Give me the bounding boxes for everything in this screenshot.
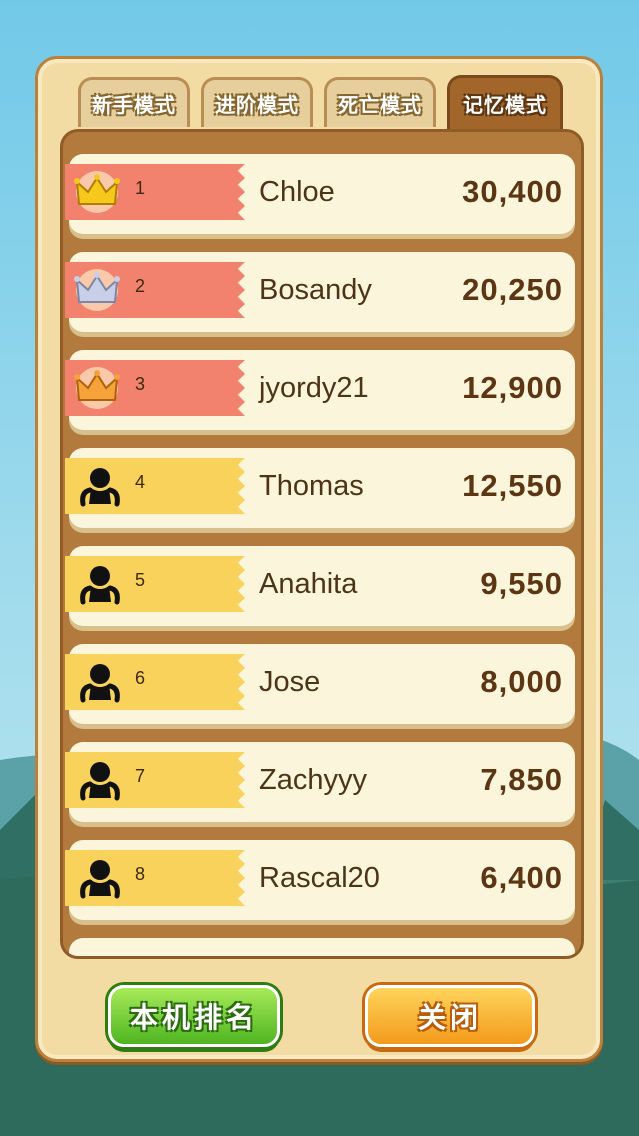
rank-number: 7 — [135, 766, 146, 786]
rank-ribbon: 5 — [65, 556, 245, 612]
leaderboard-row: 4 Thomas 12,550 — [65, 448, 575, 528]
silhouette-avatar-icon — [80, 566, 120, 605]
leaderboard-row: 6 Jose 8,000 — [65, 644, 575, 724]
player-name: Jose — [259, 666, 321, 698]
rank-ribbon: 4 — [65, 458, 245, 514]
rank-number: 5 — [135, 570, 146, 590]
tab-death-mode[interactable]: 死亡模式 — [324, 77, 436, 127]
leaderboard-row: 7 Zachyyy 7,850 — [65, 742, 575, 822]
rank-number: 3 — [135, 374, 146, 394]
leaderboard-panel: 新手模式 进阶模式 死亡模式 记忆模式 1 Chloe 30,400 2 Bos… — [35, 56, 603, 1062]
leaderboard-row: 5 Anahita 9,550 — [65, 546, 575, 626]
rank-number: 8 — [135, 864, 146, 884]
gold-crown-icon — [74, 171, 120, 213]
leaderboard-list[interactable]: 1 Chloe 30,400 2 Bosandy 20,250 3 jyordy… — [60, 129, 584, 959]
leaderboard-row: 3 jyordy21 12,900 — [65, 350, 575, 430]
player-name: Anahita — [259, 568, 358, 600]
rank-ribbon: 2 — [65, 262, 245, 318]
player-name: Bosandy — [259, 274, 372, 306]
bronze-crown-icon — [74, 367, 120, 409]
silhouette-avatar-icon — [80, 860, 120, 899]
player-score: 9,550 — [480, 566, 563, 601]
silhouette-avatar-icon — [80, 468, 120, 507]
tab-advanced-mode[interactable]: 进阶模式 — [201, 77, 313, 127]
player-name: Rascal20 — [259, 862, 380, 894]
rank-number: 6 — [135, 668, 146, 688]
player-score: 12,550 — [462, 468, 563, 503]
leaderboard-row: 1 Chloe 30,400 — [65, 154, 575, 234]
silhouette-avatar-icon — [80, 762, 120, 801]
rank-number: 4 — [135, 472, 146, 492]
rank-number: 1 — [135, 178, 146, 198]
leaderboard-row: 8 Rascal20 6,400 — [65, 840, 575, 920]
rank-ribbon: 7 — [65, 752, 245, 808]
player-name: Zachyyy — [259, 764, 367, 796]
rank-ribbon: 6 — [65, 654, 245, 710]
tab-beginner-mode[interactable]: 新手模式 — [78, 77, 190, 127]
player-score: 20,250 — [462, 272, 563, 307]
silver-crown-icon — [74, 269, 120, 311]
player-score: 6,400 — [480, 860, 563, 895]
player-score: 12,900 — [462, 370, 563, 405]
local-rank-button[interactable]: 本机排名 — [108, 985, 280, 1047]
player-name: Chloe — [259, 176, 335, 208]
rank-ribbon: 3 — [65, 360, 245, 416]
rank-ribbon: 8 — [65, 850, 245, 906]
silhouette-avatar-icon — [80, 664, 120, 703]
tab-memory-mode[interactable]: 记忆模式 — [447, 75, 563, 129]
rank-number: 2 — [135, 276, 146, 296]
player-score: 7,850 — [480, 762, 563, 797]
player-score: 30,400 — [462, 174, 563, 209]
close-button[interactable]: 关闭 — [365, 985, 535, 1047]
leaderboard-row-partial — [69, 938, 575, 956]
leaderboard-row: 2 Bosandy 20,250 — [65, 252, 575, 332]
player-score: 8,000 — [480, 664, 563, 699]
player-name: jyordy21 — [259, 372, 369, 404]
rank-ribbon: 1 — [65, 164, 245, 220]
player-name: Thomas — [259, 470, 364, 502]
